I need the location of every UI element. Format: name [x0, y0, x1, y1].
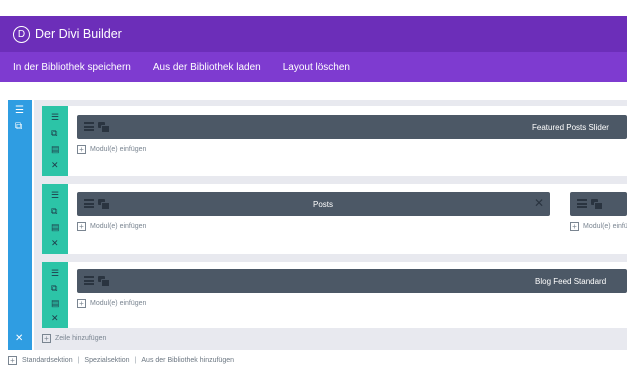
module-delete-icon[interactable]: ✕ — [534, 197, 544, 209]
module-duplicate-icon[interactable] — [98, 276, 110, 287]
row-1-handle[interactable]: ☰ ⧉ ▤ ✕ — [42, 106, 68, 176]
module-posts[interactable]: Posts ✕ — [77, 192, 550, 216]
add-module-label: Modul(e) einfügen — [90, 223, 147, 230]
module-column-2[interactable] — [570, 192, 627, 216]
add-module-button[interactable]: + Modul(e) einfügen — [77, 145, 146, 154]
row-move-icon[interactable]: ☰ — [51, 269, 59, 278]
module-label: Posts — [313, 199, 334, 209]
plus-icon: + — [570, 222, 579, 231]
add-module-label: Modul(e) einfügen — [90, 146, 147, 153]
add-standard-section-link[interactable]: Standardsektion — [22, 357, 73, 364]
row-delete-icon[interactable]: ✕ — [51, 314, 59, 323]
module-move-icon[interactable] — [577, 199, 587, 208]
plus-icon: + — [77, 145, 86, 154]
add-special-section-link[interactable]: Spezialsektion — [84, 357, 129, 364]
section-move-icon[interactable]: ☰ — [15, 106, 24, 116]
module-move-icon[interactable] — [84, 199, 94, 208]
row-delete-icon[interactable]: ✕ — [51, 161, 59, 170]
divi-logo-icon: D — [13, 25, 30, 43]
add-row-button[interactable]: + Zeile hinzufügen — [42, 334, 106, 343]
delete-layout-button[interactable]: Layout löschen — [283, 62, 350, 73]
builder-title: Der Divi Builder — [35, 27, 122, 41]
separator: | — [134, 357, 137, 364]
module-featured-posts-slider[interactable]: Featured Posts Slider — [77, 115, 627, 139]
add-section-bar: + Standardsektion | Spezialsektion | Aus… — [8, 356, 234, 365]
module-move-icon[interactable] — [84, 276, 94, 285]
add-module-label: Modul(e) einfügen — [583, 223, 627, 230]
module-duplicate-icon[interactable] — [98, 199, 110, 210]
module-duplicate-icon[interactable] — [98, 122, 110, 133]
row-delete-icon[interactable]: ✕ — [51, 239, 59, 248]
add-row-label: Zeile hinzufügen — [55, 335, 107, 342]
section-handle[interactable]: ☰ ⧉ ✕ — [8, 100, 32, 350]
row-move-icon[interactable]: ☰ — [51, 113, 59, 122]
row-settings-icon[interactable]: ▤ — [51, 145, 60, 154]
row-2-handle[interactable]: ☰ ⧉ ▤ ✕ — [42, 184, 68, 254]
row-duplicate-icon[interactable]: ⧉ — [51, 207, 57, 216]
builder-menubar: In der Bibliothek speichern Aus der Bibl… — [0, 52, 627, 82]
add-module-button[interactable]: + Modul(e) einfügen — [77, 222, 146, 231]
add-from-library-link[interactable]: Aus der Bibliothek hinzufügen — [141, 357, 234, 364]
module-move-icon[interactable] — [84, 122, 94, 131]
module-duplicate-icon[interactable] — [591, 199, 603, 210]
save-to-library-button[interactable]: In der Bibliothek speichern — [13, 62, 131, 73]
top-strip — [0, 0, 627, 16]
row-3-handle[interactable]: ☰ ⧉ ▤ ✕ — [42, 262, 68, 328]
add-module-label: Modul(e) einfügen — [90, 300, 147, 307]
plus-icon: + — [8, 356, 17, 365]
row-settings-icon[interactable]: ▤ — [51, 223, 60, 232]
section-duplicate-icon[interactable]: ⧉ — [15, 122, 22, 132]
row-duplicate-icon[interactable]: ⧉ — [51, 129, 57, 138]
load-from-library-button[interactable]: Aus der Bibliothek laden — [153, 62, 261, 73]
add-module-button-col-2[interactable]: + Modul(e) einfügen — [570, 222, 627, 231]
add-module-button[interactable]: + Modul(e) einfügen — [77, 299, 146, 308]
row-settings-icon[interactable]: ▤ — [51, 299, 60, 308]
row-move-icon[interactable]: ☰ — [51, 191, 59, 200]
module-label: Blog Feed Standard — [535, 276, 607, 286]
plus-icon: + — [77, 222, 86, 231]
module-blog-feed-standard[interactable]: Blog Feed Standard — [77, 269, 627, 293]
plus-icon: + — [42, 334, 51, 343]
module-label: Featured Posts Slider — [532, 122, 609, 132]
section-delete-icon[interactable]: ✕ — [15, 334, 23, 344]
builder-header: D Der Divi Builder — [0, 16, 627, 52]
plus-icon: + — [77, 299, 86, 308]
separator: | — [77, 357, 80, 364]
row-duplicate-icon[interactable]: ⧉ — [51, 284, 57, 293]
